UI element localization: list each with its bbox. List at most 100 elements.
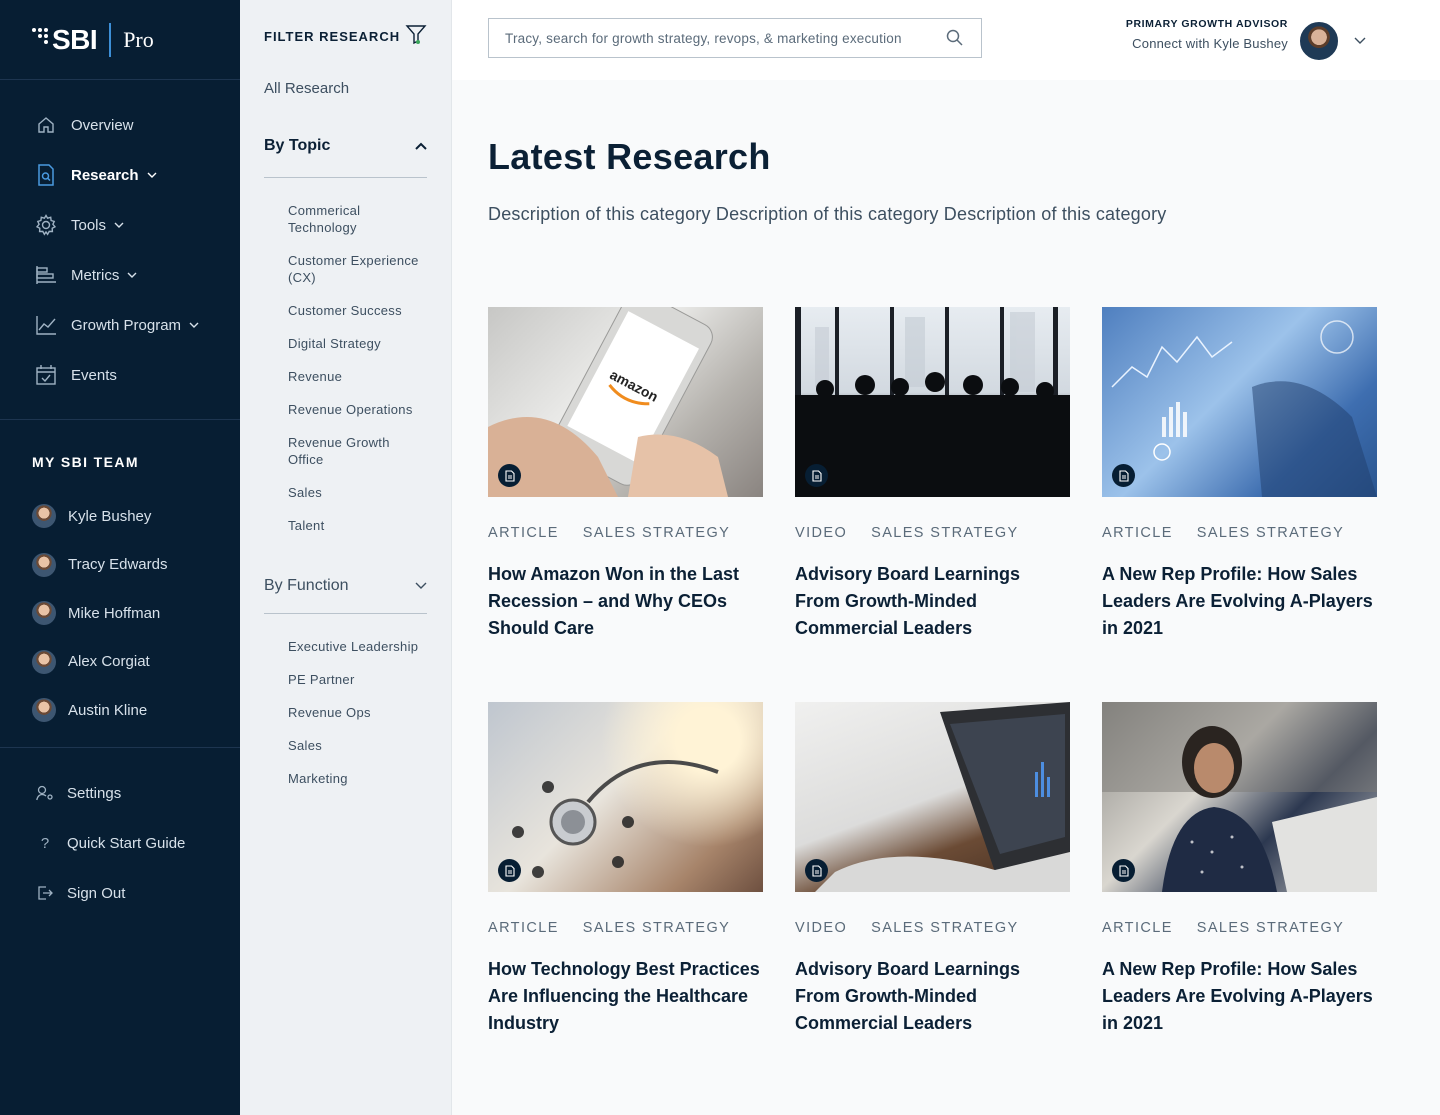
team-member-name: Kyle Bushey	[68, 507, 152, 525]
function-item[interactable]: Marketing	[288, 770, 427, 787]
content-type: ARTICLE	[1102, 525, 1173, 541]
advisor-info: PRIMARY GROWTH ADVISOR Connect with Kyle…	[1126, 18, 1288, 51]
chevron-down-icon	[114, 220, 124, 231]
nav-item-metrics[interactable]: Metrics	[0, 250, 240, 300]
nav-item-label: Overview	[71, 116, 134, 134]
topic-item[interactable]: Revenue Operations	[288, 401, 427, 418]
document-icon	[805, 859, 828, 882]
team-member[interactable]: Alex Corgiat	[32, 638, 240, 687]
research-card[interactable]: VIDEO SALES STRATEGY Advisory Board Lear…	[795, 307, 1070, 642]
stethoscope-image	[488, 702, 763, 892]
topic-item[interactable]: Digital Strategy	[288, 335, 427, 352]
top-bar: PRIMARY GROWTH ADVISOR Connect with Kyle…	[452, 0, 1440, 80]
topic-item[interactable]: Sales	[288, 484, 427, 501]
content-type: ARTICLE	[488, 525, 559, 541]
logo-product: Pro	[123, 26, 154, 52]
content-type: VIDEO	[795, 920, 848, 936]
team-member[interactable]: Tracy Edwards	[32, 541, 240, 590]
nav-item-settings[interactable]: Settings	[0, 768, 240, 818]
team-member[interactable]: Mike Hoffman	[32, 589, 240, 638]
card-meta: VIDEO SALES STRATEGY	[795, 920, 1070, 936]
nav-item-quick-start-guide[interactable]: ? Quick Start Guide	[0, 818, 240, 868]
nav-item-events[interactable]: Events	[0, 350, 240, 400]
nav-item-label: Growth Program	[71, 316, 182, 334]
content-type: ARTICLE	[488, 920, 559, 936]
chevron-down-icon	[189, 320, 199, 331]
function-item[interactable]: Revenue Ops	[288, 704, 427, 721]
function-item[interactable]: Sales	[288, 737, 427, 754]
card-title[interactable]: Advisory Board Learnings From Growth-Min…	[795, 956, 1070, 1037]
data-overlay-image	[1102, 307, 1377, 497]
card-title[interactable]: How Amazon Won in the Last Recession – a…	[488, 561, 763, 642]
nav-item-research[interactable]: Research	[0, 150, 240, 200]
topic-item[interactable]: Talent	[288, 517, 427, 534]
research-card[interactable]: amazon ARTICLE SALES STRATEGY How Amazon…	[488, 307, 763, 642]
main-sidebar: SBI Pro Overview Research Tools Metrics …	[0, 0, 240, 1115]
main-content: Latest Research Description of this cate…	[488, 80, 1388, 1033]
logo[interactable]: SBI Pro	[0, 0, 240, 80]
by-function-toggle[interactable]: By Function	[264, 558, 427, 614]
nav-item-label: Sign Out	[67, 884, 126, 902]
chevron-down-icon[interactable]	[1354, 32, 1366, 50]
document-icon	[1112, 464, 1135, 487]
advisor-connect-link[interactable]: Connect with Kyle Bushey	[1126, 36, 1288, 51]
advisor-avatar[interactable]	[1298, 20, 1340, 62]
team-member-name: Tracy Edwards	[68, 556, 168, 574]
function-list: Executive Leadership PE Partner Revenue …	[264, 614, 427, 787]
all-research-link[interactable]: All Research	[264, 70, 427, 108]
card-meta: ARTICLE SALES STRATEGY	[1102, 920, 1377, 936]
research-card[interactable]: ARTICLE SALES STRATEGY A New Rep Profile…	[1102, 702, 1377, 1037]
research-card[interactable]: VIDEO SALES STRATEGY Advisory Board Lear…	[795, 702, 1070, 1037]
card-title[interactable]: A New Rep Profile: How Sales Leaders Are…	[1102, 561, 1377, 642]
team-title: MY SBI TEAM	[32, 454, 139, 470]
by-topic-toggle[interactable]: By Topic	[264, 114, 427, 178]
team-member[interactable]: Kyle Bushey	[32, 492, 240, 541]
team-member-name: Mike Hoffman	[68, 604, 161, 622]
card-meta: ARTICLE SALES STRATEGY	[488, 525, 763, 541]
topic-item[interactable]: Customer Success	[288, 302, 427, 319]
line-chart-icon	[34, 313, 58, 337]
card-title[interactable]: Advisory Board Learnings From Growth-Min…	[795, 561, 1070, 642]
card-meta: VIDEO SALES STRATEGY	[795, 525, 1070, 541]
nav-item-label: Events	[71, 366, 117, 384]
nav-item-tools[interactable]: Tools	[0, 200, 240, 250]
by-function-label: By Function	[264, 576, 349, 594]
nav-item-growth-program[interactable]: Growth Program	[0, 300, 240, 350]
topic-item[interactable]: Customer Experience (CX)	[288, 252, 427, 286]
avatar	[32, 601, 56, 626]
card-title[interactable]: How Technology Best Practices Are Influe…	[488, 956, 763, 1037]
team-member[interactable]: Austin Kline	[32, 686, 240, 735]
research-card[interactable]: ARTICLE SALES STRATEGY A New Rep Profile…	[1102, 307, 1377, 642]
card-title[interactable]: A New Rep Profile: How Sales Leaders Are…	[1102, 956, 1377, 1037]
page-description: Description of this category Description…	[488, 204, 1167, 224]
filter-panel: FILTER RESEARCH All Research By Topic Co…	[240, 0, 452, 1115]
nav-item-label: Quick Start Guide	[67, 834, 186, 852]
function-item[interactable]: PE Partner	[288, 671, 427, 688]
research-card[interactable]: ARTICLE SALES STRATEGY How Technology Be…	[488, 702, 763, 1037]
bar-chart-icon	[34, 263, 58, 287]
chevron-down-icon	[415, 577, 427, 595]
topic-item[interactable]: Commerical Technology	[288, 202, 427, 236]
home-icon	[34, 113, 58, 137]
nav-item-overview[interactable]: Overview	[0, 100, 240, 150]
topic-list: Commerical Technology Customer Experienc…	[264, 178, 427, 534]
document-icon	[1112, 859, 1135, 882]
nav-item-sign-out[interactable]: Sign Out	[0, 868, 240, 918]
gear-icon	[34, 213, 58, 237]
search-icon[interactable]	[946, 29, 963, 51]
topic-item[interactable]: Revenue Growth Office	[288, 434, 427, 468]
content-category: SALES STRATEGY	[582, 525, 731, 541]
filter-icon[interactable]	[405, 23, 427, 50]
page-title: Latest Research	[488, 136, 771, 177]
content-category: SALES STRATEGY	[1196, 920, 1345, 936]
boardroom-silhouette-image	[795, 307, 1070, 497]
logo-dots-icon	[32, 27, 48, 44]
chevron-down-icon	[127, 270, 137, 281]
chevron-down-icon	[147, 170, 157, 181]
topic-item[interactable]: Revenue	[288, 368, 427, 385]
search-input[interactable]	[505, 30, 935, 46]
document-icon	[805, 464, 828, 487]
phone-amazon-image: amazon	[488, 307, 763, 497]
function-item[interactable]: Executive Leadership	[288, 638, 427, 655]
chevron-up-icon	[415, 137, 427, 155]
